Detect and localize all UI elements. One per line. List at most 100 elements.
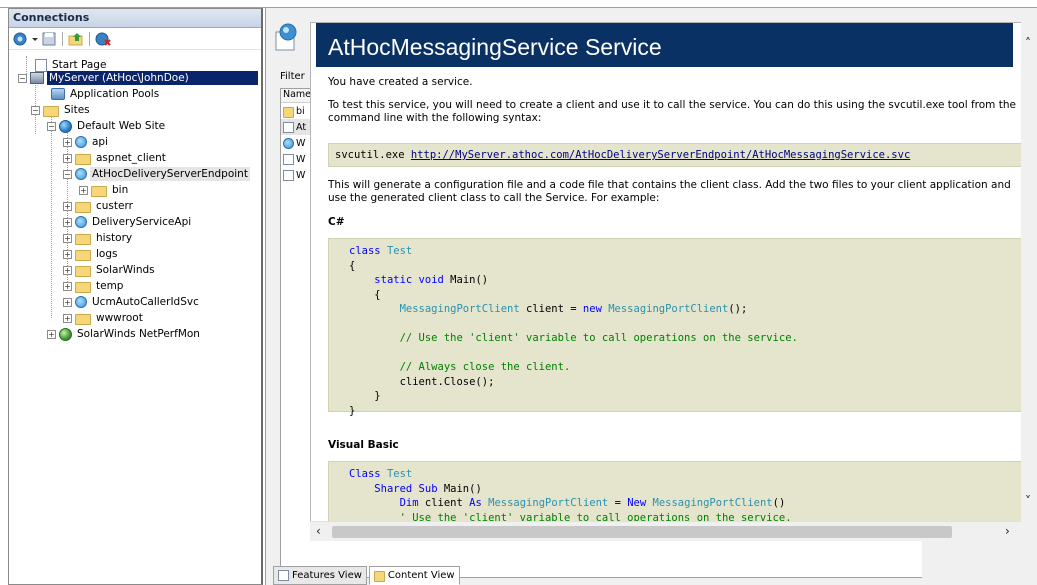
expand-icon[interactable]: + [47, 329, 56, 339]
svcutil-command-box: svcutil.exe http://MyServer.athoc.com/At… [328, 143, 1023, 167]
up-icon[interactable] [68, 31, 84, 47]
folder-icon [75, 313, 91, 325]
view-tabs: Features View Content View [273, 566, 460, 585]
svcutil-command: svcutil.exe [335, 149, 405, 161]
intro-text: You have created a service. [328, 76, 473, 88]
scroll-left-icon[interactable]: ‹ [316, 524, 321, 538]
application-icon [75, 136, 87, 148]
code-line: { [374, 288, 381, 301]
service-url-link[interactable]: http://MyServer.athoc.com/AtHocDeliveryS… [411, 149, 910, 161]
code-line: // Use the 'client' variable to call ope… [399, 332, 798, 344]
folder-icon [75, 153, 91, 165]
expand-icon[interactable]: + [63, 233, 72, 243]
expand-icon[interactable]: + [63, 137, 72, 147]
code-line: // Always close the client. [399, 361, 571, 373]
connect-icon[interactable] [13, 31, 29, 47]
scroll-up-icon[interactable]: ˄ [1025, 36, 1031, 50]
expand-icon[interactable]: + [63, 201, 72, 211]
collapse-icon[interactable]: − [63, 169, 72, 179]
folder-icon [75, 233, 91, 245]
vb-heading: Visual Basic [328, 439, 399, 451]
tree-item-sites[interactable]: − Sites [31, 102, 92, 118]
tree-item-solarwinds-netperfmon[interactable]: + SolarWinds NetPerfMon [47, 326, 202, 342]
file-icon [283, 121, 294, 133]
application-large-icon [273, 22, 301, 55]
service-help-page: AtHocMessagingService Service You have c… [310, 22, 1037, 541]
collapse-icon[interactable]: − [18, 73, 27, 83]
tree-item-default-web-site[interactable]: − Default Web Site [47, 118, 167, 134]
tree-item-athoc-delivery-server-endpoint[interactable]: − AtHocDeliveryServerEndpoint [63, 166, 250, 182]
scrollbar-thumb[interactable] [332, 526, 952, 538]
sites-folder-icon [43, 105, 59, 117]
csharp-code-block: class Test { static void Main() { Messag… [328, 238, 1023, 417]
expand-icon[interactable]: + [63, 297, 72, 307]
connections-toolbar [9, 28, 261, 50]
list-item-label: W [296, 169, 306, 181]
tree-item-delivery-service-api[interactable]: + DeliveryServiceApi [63, 214, 193, 230]
application-icon [75, 216, 87, 228]
expand-icon[interactable]: + [79, 185, 88, 195]
tree-item-label: SolarWinds [96, 264, 155, 276]
application-pools-icon [51, 88, 65, 100]
config-file-icon [283, 137, 294, 149]
tree-item-label: temp [96, 280, 124, 292]
tab-features-view[interactable]: Features View [273, 566, 367, 585]
code-line: Shared Sub Main() [374, 482, 482, 495]
expand-icon[interactable]: + [63, 281, 72, 291]
content-view-icon [373, 571, 385, 582]
tree-item-logs[interactable]: + logs [63, 246, 119, 262]
tree-item-custerr[interactable]: + custerr [63, 198, 135, 214]
tree-item-label: SolarWinds NetPerfMon [77, 328, 200, 340]
tree-item-history[interactable]: + history [63, 230, 134, 246]
tree-item-api[interactable]: + api [63, 134, 110, 150]
tree-item-ucm-auto-caller-id-svc[interactable]: + UcmAutoCallerIdSvc [63, 294, 201, 310]
list-item-label: At [296, 121, 307, 133]
features-view-icon [278, 570, 289, 581]
list-item-label: bi [296, 105, 305, 117]
connections-pane: Connections Start Page − MyServer (AtHoc… [8, 8, 263, 585]
folder-icon [75, 265, 91, 277]
tab-label: Content View [387, 570, 455, 581]
tree-item-application-pools[interactable]: Application Pools [51, 86, 161, 102]
application-icon [75, 296, 87, 308]
horizontal-scrollbar[interactable]: ‹ › [310, 521, 1021, 541]
tree-item-solarwinds[interactable]: + SolarWinds [63, 262, 157, 278]
expand-icon[interactable]: + [63, 153, 72, 163]
chevron-down-icon[interactable] [32, 31, 38, 47]
tree-item-label: AtHocDeliveryServerEndpoint [90, 167, 250, 181]
tree-item-server[interactable]: − MyServer (AtHoc\JohnDoe) [18, 70, 258, 86]
code-line: class Test [349, 245, 413, 257]
page-title: AtHocMessagingService Service [316, 23, 1013, 67]
vertical-scrollbar[interactable]: ˄ ˅ [1021, 22, 1037, 541]
list-item-label: W [296, 137, 306, 149]
window-top-border [0, 0, 1037, 8]
tree-item-wwwroot[interactable]: + wwwroot [63, 310, 145, 326]
code-line: { [349, 259, 356, 272]
expand-icon[interactable]: + [63, 217, 72, 227]
collapse-icon[interactable]: − [31, 105, 40, 115]
code-line: static void Main() [374, 274, 489, 286]
scroll-down-icon[interactable]: ˅ [1025, 494, 1031, 508]
folder-icon [91, 185, 107, 197]
code-line: } [374, 390, 381, 402]
expand-icon[interactable]: + [63, 249, 72, 259]
website-globe-icon [59, 327, 72, 341]
tree-item-bin[interactable]: + bin [79, 182, 130, 198]
tree-item-aspnet-client[interactable]: + aspnet_client [63, 150, 168, 166]
tree-item-temp[interactable]: + temp [63, 278, 125, 294]
save-icon[interactable] [41, 31, 57, 47]
tab-content-view[interactable]: Content View [368, 566, 460, 585]
delete-connection-icon[interactable] [95, 31, 111, 47]
test-instructions: To test this service, you will need to c… [328, 99, 1016, 124]
folder-icon [75, 281, 91, 293]
collapse-icon[interactable]: − [47, 121, 56, 131]
scroll-right-icon[interactable]: › [1005, 524, 1010, 538]
expand-icon[interactable]: + [63, 265, 72, 275]
folder-icon [75, 201, 91, 213]
code-line: Class Test [349, 468, 413, 480]
expand-icon[interactable]: + [63, 313, 72, 323]
list-item-label: W [296, 153, 306, 165]
tree-item-label: custerr [96, 200, 133, 212]
application-icon [75, 168, 87, 180]
csharp-heading: C# [328, 216, 345, 228]
